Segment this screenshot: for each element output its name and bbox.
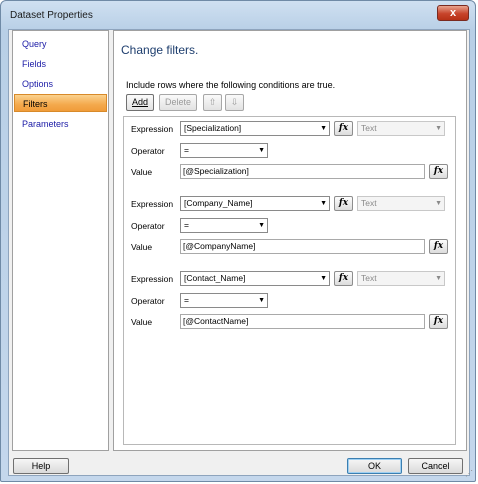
expression-fx-button[interactable]: fx [334, 121, 353, 136]
value-input[interactable]: [@ContactName] [180, 314, 425, 329]
expression-fx-button[interactable]: fx [334, 271, 353, 286]
dropdown-arrow-icon: ▼ [258, 297, 265, 304]
expression-dropdown[interactable]: [Company_Name] ▼ [180, 196, 330, 211]
dropdown-arrow-icon: ▼ [435, 125, 442, 132]
value-fx-button[interactable]: fx [429, 164, 448, 179]
expression-value: [Company_Name] [184, 198, 253, 208]
operator-value: = [184, 295, 189, 305]
operator-dropdown[interactable]: = ▼ [180, 218, 268, 233]
operator-label: Operator [131, 221, 165, 231]
nav-item-parameters[interactable]: Parameters [14, 115, 107, 133]
expression-value: [Specialization] [184, 123, 242, 133]
filters-page: Change filters. Include rows where the f… [113, 30, 467, 451]
dropdown-arrow-icon: ▼ [320, 200, 327, 207]
type-dropdown[interactable]: Text ▼ [357, 271, 445, 286]
expression-dropdown[interactable]: [Specialization] ▼ [180, 121, 330, 136]
operator-label: Operator [131, 146, 165, 156]
expression-value: [Contact_Name] [184, 273, 246, 283]
nav-item-filters[interactable]: Filters [14, 94, 107, 112]
expression-label: Expression [131, 199, 174, 209]
move-up-button[interactable]: ⇧ [203, 94, 222, 111]
cancel-button[interactable]: Cancel [408, 458, 463, 474]
expression-label: Expression [131, 124, 174, 134]
value-input[interactable]: [@Specialization] [180, 164, 425, 179]
filter-list: Expression [Specialization] ▼ fx Text ▼ … [123, 116, 456, 445]
dialog-client-area: Query Fields Options Filters Parameters … [8, 29, 470, 476]
dropdown-arrow-icon: ▼ [258, 222, 265, 229]
nav-item-options[interactable]: Options [14, 75, 107, 93]
value-fx-button[interactable]: fx [429, 239, 448, 254]
value-label: Value [131, 317, 153, 327]
arrow-up-icon: ⇧ [208, 97, 217, 107]
dropdown-arrow-icon: ▼ [258, 147, 265, 154]
close-button[interactable]: x [437, 5, 469, 21]
move-down-button[interactable]: ⇩ [225, 94, 244, 111]
operator-value: = [184, 220, 189, 230]
nav-item-fields[interactable]: Fields [14, 55, 107, 73]
dropdown-arrow-icon: ▼ [435, 200, 442, 207]
value-label: Value [131, 167, 153, 177]
delete-button[interactable]: Delete [159, 94, 197, 111]
type-dropdown[interactable]: Text ▼ [357, 121, 445, 136]
help-button[interactable]: Help [13, 458, 69, 474]
type-value: Text [361, 123, 377, 133]
resize-grip-icon[interactable]: ⋰ [463, 469, 473, 479]
type-value: Text [361, 198, 377, 208]
operator-label: Operator [131, 296, 165, 306]
value-fx-button[interactable]: fx [429, 314, 448, 329]
operator-value: = [184, 145, 189, 155]
page-title: Change filters. [121, 43, 199, 57]
type-dropdown[interactable]: Text ▼ [357, 196, 445, 211]
title-bar: Dataset Properties x [1, 1, 475, 29]
nav-pane: Query Fields Options Filters Parameters [12, 30, 109, 451]
dropdown-arrow-icon: ▼ [435, 275, 442, 282]
arrow-down-icon: ⇩ [230, 97, 239, 107]
value-input[interactable]: [@CompanyName] [180, 239, 425, 254]
dropdown-arrow-icon: ▼ [320, 275, 327, 282]
operator-dropdown[interactable]: = ▼ [180, 143, 268, 158]
dropdown-arrow-icon: ▼ [320, 125, 327, 132]
page-description: Include rows where the following conditi… [126, 80, 336, 90]
value-label: Value [131, 242, 153, 252]
ok-button[interactable]: OK [347, 458, 402, 474]
expression-dropdown[interactable]: [Contact_Name] ▼ [180, 271, 330, 286]
operator-dropdown[interactable]: = ▼ [180, 293, 268, 308]
window-title: Dataset Properties [10, 10, 93, 21]
dataset-properties-dialog: Dataset Properties x Query Fields Option… [0, 0, 476, 482]
nav-item-query[interactable]: Query [14, 35, 107, 53]
type-value: Text [361, 273, 377, 283]
expression-fx-button[interactable]: fx [334, 196, 353, 211]
add-button[interactable]: Add [126, 94, 154, 111]
expression-label: Expression [131, 274, 174, 284]
